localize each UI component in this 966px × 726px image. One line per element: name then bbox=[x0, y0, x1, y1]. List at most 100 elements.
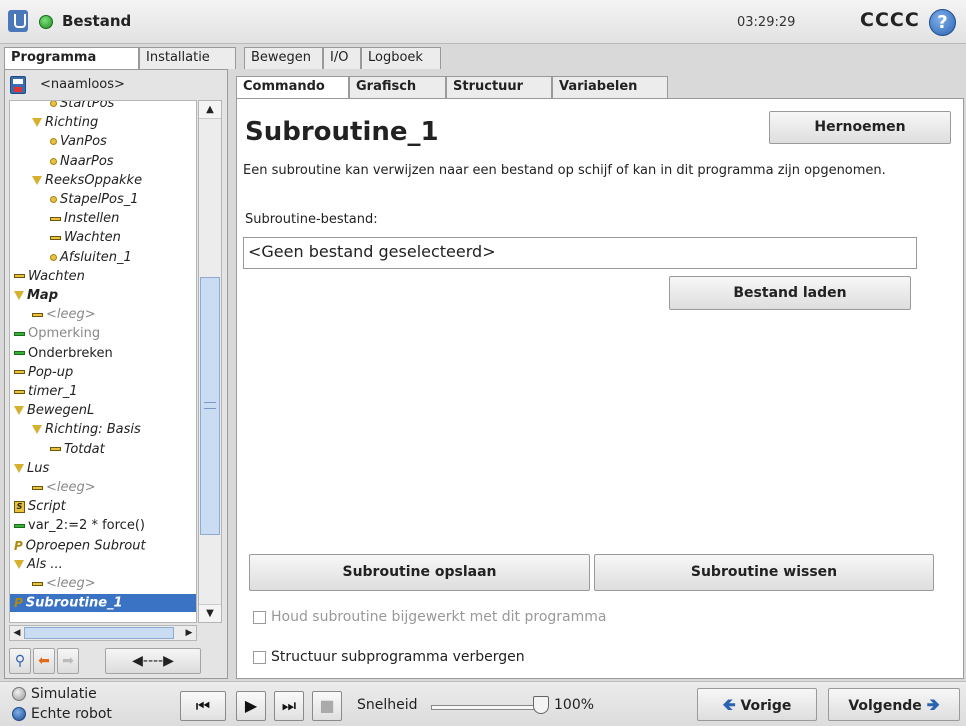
waypoint-icon bbox=[50, 196, 57, 203]
previous-button[interactable]: 🡸 Vorige bbox=[697, 688, 817, 721]
tree-node-label: Totdat bbox=[64, 441, 105, 457]
program-name: <naamloos> bbox=[40, 77, 125, 92]
script-icon: S bbox=[14, 500, 25, 513]
move-node-icon[interactable]: ◀----▶ bbox=[105, 648, 201, 674]
radio-off-icon[interactable] bbox=[12, 687, 26, 701]
tree-node[interactable]: Lus bbox=[14, 460, 49, 478]
tree-node-label: Onderbreken bbox=[28, 345, 113, 361]
tree-node-label: Map bbox=[27, 288, 59, 303]
tab-commando[interactable]: Commando bbox=[236, 76, 349, 99]
tab-io[interactable]: I/O bbox=[323, 47, 361, 69]
load-file-button[interactable]: Bestand laden bbox=[669, 276, 911, 310]
call-icon: P bbox=[14, 596, 23, 611]
tree-node[interactable]: <leeg> bbox=[32, 479, 96, 497]
command-icon bbox=[50, 447, 61, 452]
tree-node[interactable]: Wachten bbox=[50, 229, 121, 247]
redo-icon[interactable]: ➡ bbox=[57, 648, 79, 674]
next-button[interactable]: Volgende 🡺 bbox=[828, 688, 960, 721]
command-icon bbox=[50, 216, 61, 221]
tree-node-label: Wachten bbox=[64, 230, 121, 246]
scroll-up-icon[interactable]: ▲ bbox=[199, 101, 221, 119]
search-icon[interactable]: ⚲ bbox=[9, 648, 31, 674]
program-header: <naamloos> bbox=[5, 70, 227, 100]
undo-icon[interactable]: ⬅ bbox=[33, 648, 55, 674]
simulation-label: Simulatie bbox=[31, 686, 97, 702]
tree-node-label: StapelPos_1 bbox=[60, 192, 139, 207]
tree-node[interactable]: BewegenL bbox=[14, 402, 94, 420]
tree-node[interactable]: ReeksOppakke bbox=[32, 172, 142, 190]
tree-node[interactable]: Als ... bbox=[14, 556, 63, 574]
tree-node[interactable]: Map bbox=[14, 287, 58, 305]
screen-title: Bestand bbox=[62, 12, 132, 30]
tree-node[interactable]: StartPos bbox=[50, 100, 115, 113]
tree-node[interactable]: Wachten bbox=[14, 268, 85, 286]
tree-node-label: StartPos bbox=[60, 100, 115, 111]
clear-subroutine-button[interactable]: Subroutine wissen bbox=[594, 554, 934, 591]
tab-logboek[interactable]: Logboek bbox=[361, 47, 441, 69]
tree-node-label: Oproepen Subrout bbox=[25, 538, 146, 554]
tree-node[interactable]: P Subroutine_1 bbox=[10, 594, 196, 613]
scroll-thumb[interactable] bbox=[200, 277, 220, 535]
command-icon bbox=[14, 331, 25, 336]
tab-variabelen[interactable]: Variabelen bbox=[552, 76, 668, 98]
tree-node[interactable]: Afsluiten_1 bbox=[50, 249, 132, 267]
speed-label: Snelheid bbox=[357, 697, 418, 713]
step-icon[interactable]: ⏭ bbox=[274, 691, 304, 721]
folder-triangle-icon bbox=[32, 118, 42, 128]
radio-on-icon[interactable] bbox=[12, 707, 26, 721]
help-icon[interactable]: ? bbox=[929, 9, 956, 36]
save-program-icon[interactable] bbox=[10, 76, 26, 94]
hide-tree-checkbox[interactable]: Structuur subprogramma verbergen bbox=[253, 649, 525, 665]
tree-node[interactable]: var_2:=2 * force() bbox=[14, 517, 145, 535]
content-tabs: Commando Grafisch Structuur Variabelen bbox=[236, 76, 966, 99]
next-label: Volgende bbox=[848, 698, 922, 714]
tree-node[interactable]: VanPos bbox=[50, 133, 107, 151]
tab-programma[interactable]: Programma bbox=[4, 47, 139, 70]
file-label: Subroutine-bestand: bbox=[245, 212, 378, 227]
waypoint-icon bbox=[50, 253, 57, 261]
rename-button[interactable]: Hernoemen bbox=[769, 111, 951, 144]
simulation-radio[interactable]: Simulatie bbox=[12, 686, 97, 702]
save-subroutine-button[interactable]: Subroutine opslaan bbox=[249, 554, 590, 591]
tab-grafisch[interactable]: Grafisch bbox=[349, 76, 446, 98]
keep-updated-checkbox[interactable]: Houd subroutine bijgewerkt met dit progr… bbox=[253, 609, 606, 625]
tree-node[interactable]: Richting: Basis bbox=[32, 421, 141, 439]
tree-node[interactable]: timer_1 bbox=[14, 383, 78, 401]
scroll-down-icon[interactable]: ▼ bbox=[199, 604, 221, 622]
folder-triangle-icon bbox=[32, 175, 42, 185]
tree-node[interactable]: P Oproepen Subrout bbox=[14, 537, 146, 555]
checkbox-box[interactable] bbox=[253, 610, 266, 624]
tree-node[interactable]: Pop-up bbox=[14, 364, 73, 382]
checkbox-box[interactable] bbox=[253, 650, 266, 664]
description: Een subroutine kan verwijzen naar een be… bbox=[243, 163, 886, 178]
skip-back-icon[interactable]: ⏮ bbox=[180, 691, 226, 721]
subroutine-file-field[interactable]: <Geen bestand geselecteerd> bbox=[243, 237, 917, 269]
tree-vertical-scrollbar[interactable]: ▲ ▼ bbox=[198, 100, 222, 623]
tree-node[interactable]: Totdat bbox=[50, 441, 105, 459]
tab-installatie[interactable]: Installatie bbox=[139, 47, 236, 69]
hscroll-thumb[interactable] bbox=[24, 627, 174, 639]
play-icon[interactable]: ▶ bbox=[236, 691, 266, 721]
folder-triangle-icon bbox=[32, 425, 42, 435]
tree-horizontal-scrollbar[interactable]: ◀ ▶ bbox=[9, 625, 197, 641]
tree-node[interactable]: Opmerking bbox=[14, 325, 100, 343]
tree-node[interactable]: StapelPos_1 bbox=[50, 191, 139, 209]
scroll-left-icon[interactable]: ◀ bbox=[10, 626, 24, 640]
tree-node[interactable]: <leeg> bbox=[32, 575, 96, 593]
robot-status-icon bbox=[39, 15, 53, 29]
program-tree[interactable]: StartPos Richting VanPos NaarPos ReeksOppakk… bbox=[9, 100, 197, 623]
tree-node[interactable]: S Script bbox=[14, 498, 66, 516]
tab-bewegen[interactable]: Bewegen bbox=[244, 47, 323, 69]
real-robot-label: Echte robot bbox=[31, 706, 112, 722]
stop-icon[interactable]: ■ bbox=[312, 691, 342, 721]
real-robot-radio[interactable]: Echte robot bbox=[12, 706, 112, 722]
tree-node[interactable]: Richting bbox=[32, 114, 98, 132]
tab-structuur[interactable]: Structuur bbox=[446, 76, 552, 98]
speed-slider-handle[interactable] bbox=[533, 696, 549, 714]
speed-slider[interactable] bbox=[431, 705, 541, 710]
tree-node[interactable]: NaarPos bbox=[50, 153, 114, 171]
tree-node[interactable]: Onderbreken bbox=[14, 345, 113, 363]
tree-node[interactable]: <leeg> bbox=[32, 306, 96, 324]
tree-node[interactable]: Instellen bbox=[50, 210, 119, 228]
scroll-right-icon[interactable]: ▶ bbox=[182, 626, 196, 640]
